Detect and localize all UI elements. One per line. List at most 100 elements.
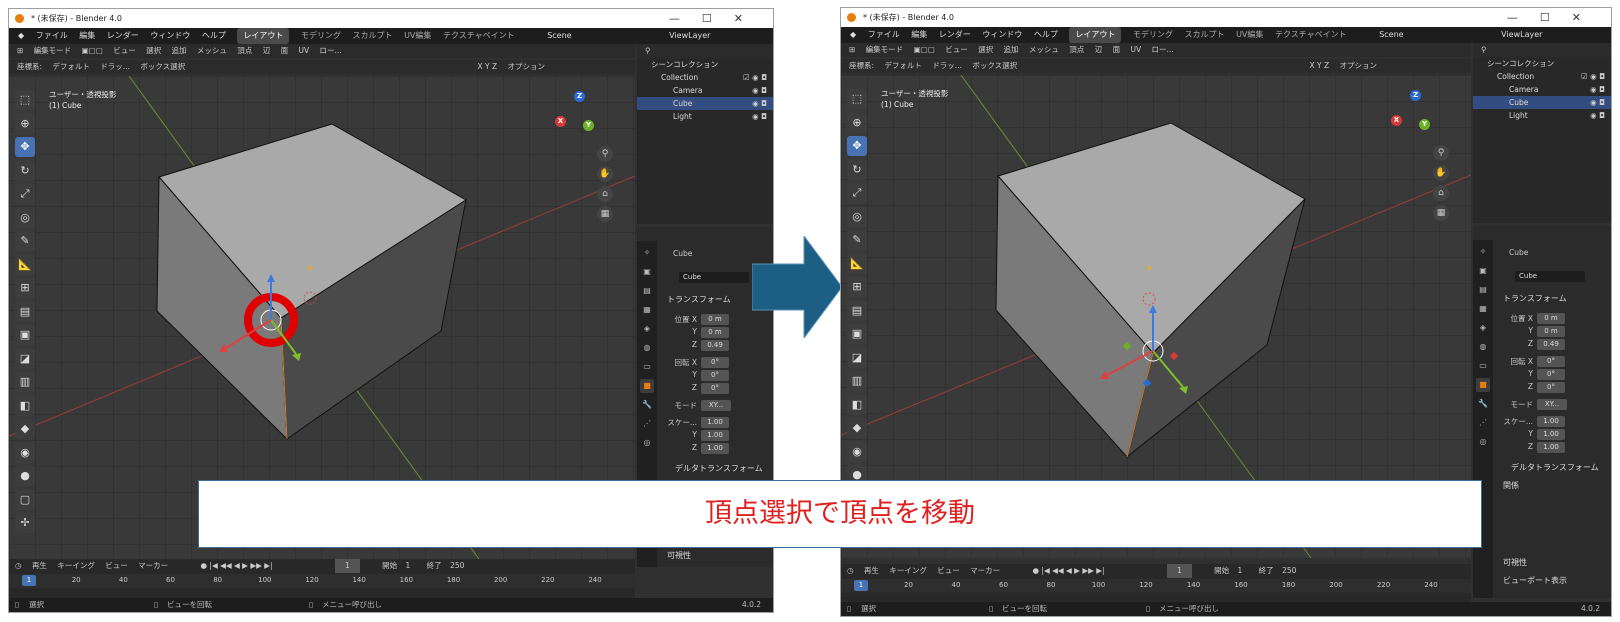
object-tab-icon[interactable]: ■ [1476,378,1490,392]
inset-tool-icon[interactable]: ▣ [847,324,867,344]
menu-tl-view[interactable]: ビュー [937,564,960,578]
cursor-tool-icon[interactable]: ⊕ [847,112,867,133]
current-frame-field[interactable]: 1 [1166,564,1192,578]
tab-modeling[interactable]: モデリング [1133,27,1173,43]
outliner-row-cube[interactable]: Cube ◉ ◘ [1473,96,1611,109]
rotation-z-field[interactable]: 0° [1537,382,1565,393]
tab-uv[interactable]: UV編集 [1236,27,1263,43]
shear-tool-icon[interactable]: ✢ [15,513,35,533]
transform-section[interactable]: トランスフォーム [667,294,731,305]
window-controls[interactable]: —☐✕ [1507,8,1603,27]
outliner-row-light[interactable]: Light ◉ ◘ [637,110,773,123]
zoom-icon[interactable]: ⚲ [597,146,613,162]
menu-view[interactable]: ビュー [945,43,968,57]
menu-edge[interactable]: 辺 [263,44,271,58]
navigation-gizmo[interactable]: Z X Y [555,91,605,141]
poly-build-tool-icon[interactable]: ◆ [847,418,867,438]
axis-toggles[interactable]: X Y Z [478,60,498,74]
transform-orientation[interactable]: ロー... [319,44,341,58]
gizmo-z-icon[interactable]: Z [574,91,585,102]
location-x-field[interactable]: 0 m [701,314,729,325]
extrude-tool-icon[interactable]: ▤ [847,300,867,321]
pan-hand-icon[interactable]: ✋ [1433,165,1449,181]
render-tab-icon[interactable]: ▣ [1476,264,1490,278]
menu-marker[interactable]: マーカー [970,564,1000,578]
measure-tool-icon[interactable]: 📐 [15,254,35,275]
visibility-icon[interactable]: ◉ ◘ [752,97,767,110]
menu-view[interactable]: ビュー [113,44,136,58]
render-tab-icon[interactable]: ▣ [640,265,654,279]
box-select-dropdown[interactable]: ボックス選択 [972,59,1017,73]
rotation-x-field[interactable]: 0° [701,357,729,368]
smooth-tool-icon[interactable]: ● [15,466,35,486]
rotation-mode-dropdown[interactable]: XY... [1537,399,1567,410]
scale-x-field[interactable]: 1.00 [1537,416,1565,427]
timeline-ruler[interactable]: 1 20 40 60 80 100 120 140 160 180 200 220 240 [841,579,1471,593]
outliner-row-collection[interactable]: Collection ☑ ◉ ◘ [1473,70,1611,83]
rotation-x-field[interactable]: 0° [1537,356,1565,367]
scale-z-field[interactable]: 1.00 [701,443,729,454]
blender-menu-icon[interactable]: ◆ [18,28,24,44]
tab-texture-paint[interactable]: テクスチャペイント [443,28,515,44]
scene-collection-row[interactable]: シーンコレクション [1473,57,1611,70]
scale-tool-icon[interactable]: ⤢ [15,184,35,204]
location-z-field[interactable]: 0.49 [1537,339,1565,350]
transform-tool-icon[interactable]: ◎ [15,207,35,228]
options-dropdown[interactable]: オプション [508,60,546,74]
tab-texture-paint[interactable]: テクスチャペイント [1275,27,1347,43]
scene-collection-row[interactable]: シーンコレクション [637,58,773,71]
world-tab-icon[interactable]: ◍ [1476,340,1490,354]
annotate-tool-icon[interactable]: ✎ [847,230,867,250]
box-select-dropdown[interactable]: ボックス選択 [140,60,185,74]
menu-help[interactable]: ヘルプ [1034,27,1058,43]
select-tool-icon[interactable]: ⬚ [15,90,35,110]
outliner-row-light[interactable]: Light ◉ ◘ [1473,109,1611,122]
outliner-row-camera[interactable]: Camera ◉ ◘ [1473,83,1611,96]
move-tool-icon[interactable]: ✥ [15,137,35,157]
shrink-tool-icon[interactable]: ▢ [15,489,35,510]
editor-type-icon[interactable]: ⊞ [17,44,23,58]
menu-playback[interactable]: 再生 [864,564,879,578]
rotation-y-field[interactable]: 0° [701,370,729,381]
scene-selector[interactable]: Scene [547,28,571,44]
menu-select[interactable]: 選択 [146,44,161,58]
blender-menu-icon[interactable]: ◆ [850,27,856,43]
gizmo-x-icon[interactable]: X [1391,115,1402,126]
rotation-y-field[interactable]: 0° [1537,369,1565,380]
current-frame-marker[interactable]: 1 [854,580,868,591]
orientation-value[interactable]: デフォルト [884,59,922,73]
physics-tab-icon[interactable]: ◎ [1476,435,1490,449]
end-field[interactable]: 250 [450,559,464,573]
playback-controls[interactable]: ● |◀ ◀◀ ◀ ▶ ▶▶ ▶| [201,559,273,573]
visibility-icon[interactable]: ☑ ◉ ◘ [743,71,767,84]
menu-keying[interactable]: キーイング [57,559,95,573]
delta-transform-section[interactable]: デルタトランスフォーム [1511,462,1599,473]
visibility-icon[interactable]: ◉ ◘ [752,84,767,97]
tab-modeling[interactable]: モデリング [301,28,341,44]
modifier-tab-icon[interactable]: 🔧 [1476,397,1490,411]
data-name-field[interactable]: Cube [679,272,749,283]
add-cube-tool-icon[interactable]: ⊞ [847,277,867,297]
menu-uv[interactable]: UV [298,44,309,58]
gizmo-y-icon[interactable]: Y [583,120,594,131]
view-layer-selector[interactable]: ViewLayer [669,28,710,44]
grid-view-icon[interactable]: ▦ [1433,205,1449,221]
current-frame-field[interactable]: 1 [334,559,360,573]
select-mode-icons[interactable]: ▣▢▢ [82,44,103,58]
loop-cut-tool-icon[interactable]: ▥ [15,372,35,392]
knife-tool-icon[interactable]: ◧ [847,394,867,415]
move-tool-icon[interactable]: ✥ [847,136,867,156]
relations-section[interactable]: 関係 [1503,480,1519,491]
data-name-field[interactable]: Cube [1515,271,1585,282]
select-tool-icon[interactable]: ⬚ [847,89,867,109]
scale-x-field[interactable]: 1.00 [701,417,729,428]
tool-tab-icon[interactable]: ✧ [640,246,654,260]
camera-view-icon[interactable]: ⌂ [1433,185,1449,201]
tab-layout[interactable]: レイアウト [237,28,290,44]
poly-build-tool-icon[interactable]: ◆ [15,419,35,439]
tab-uv[interactable]: UV編集 [404,28,431,44]
menu-vertex[interactable]: 頂点 [1069,43,1084,57]
menu-window[interactable]: ウィンドウ [982,27,1022,43]
menu-add[interactable]: 追加 [172,44,187,58]
world-tab-icon[interactable]: ◍ [640,341,654,355]
